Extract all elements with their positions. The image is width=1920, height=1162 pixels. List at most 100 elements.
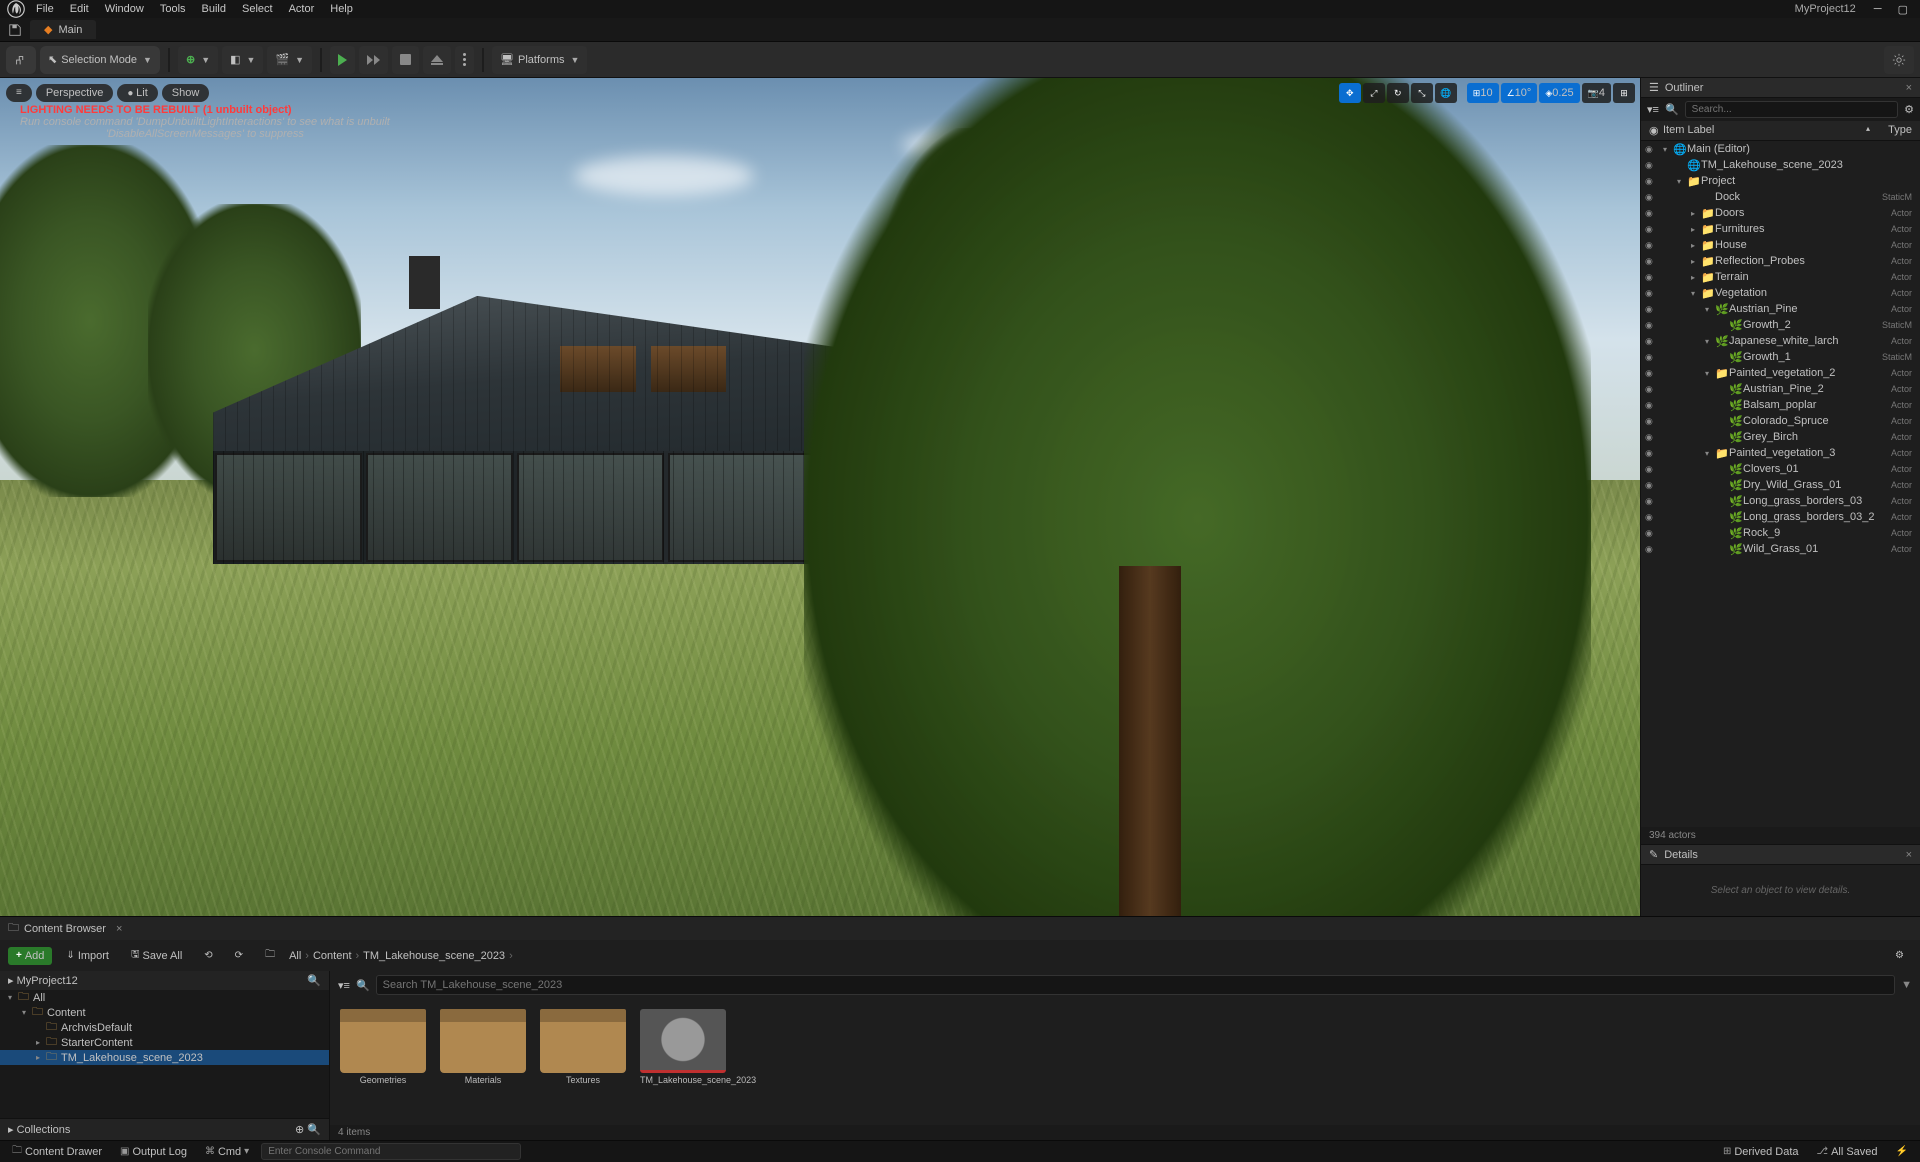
outliner-row[interactable]: ◉🌿Long_grass_borders_03Actor	[1641, 493, 1920, 509]
outliner-row[interactable]: ◉▸📁TerrainActor	[1641, 269, 1920, 285]
transform-scale-icon[interactable]: ⤡	[1411, 83, 1433, 103]
content-drawer-button[interactable]: 🗀 Content Drawer	[6, 1141, 108, 1162]
cmd-button[interactable]: ⌘ Cmd ▾	[199, 1144, 255, 1160]
viewport-maximize-icon[interactable]: ⊞	[1613, 83, 1635, 103]
content-browser-tab[interactable]: 🗀 Content Browser ×	[0, 917, 1920, 940]
skip-button[interactable]	[359, 46, 388, 74]
visibility-icon[interactable]: ◉	[1645, 368, 1659, 379]
visibility-icon[interactable]: ◉	[1645, 272, 1659, 283]
menu-help[interactable]: Help	[322, 3, 361, 15]
search-icon[interactable]: 🔍	[307, 974, 321, 987]
visibility-icon[interactable]: ◉	[1645, 480, 1659, 491]
selection-mode-button[interactable]: ⬉ Selection Mode ▼	[40, 46, 160, 74]
asset-search-input[interactable]	[376, 975, 1895, 995]
menu-build[interactable]: Build	[194, 3, 234, 15]
show-menu[interactable]: Show	[162, 84, 210, 102]
menu-actor[interactable]: Actor	[281, 3, 323, 15]
import-button[interactable]: ⇓ Import	[58, 947, 117, 965]
cinematics-button[interactable]: 🎬▼	[267, 46, 312, 74]
visibility-icon[interactable]: ◉	[1645, 512, 1659, 523]
menu-tools[interactable]: Tools	[152, 3, 194, 15]
outliner-tab[interactable]: ☰ Outliner ×	[1641, 78, 1920, 98]
console-command-input[interactable]	[261, 1143, 521, 1160]
coord-space-icon[interactable]: 🌐	[1435, 83, 1457, 103]
menu-select[interactable]: Select	[234, 3, 281, 15]
lit-menu[interactable]: ● Lit	[117, 84, 157, 102]
outliner-row[interactable]: ◉▾🌐Main (Editor)	[1641, 141, 1920, 157]
outliner-row[interactable]: ◉🌐TM_Lakehouse_scene_2023	[1641, 157, 1920, 173]
output-log-button[interactable]: ▣ Output Log	[114, 1144, 193, 1160]
asset-tile[interactable]: TM_Lakehouse_scene_2023	[640, 1009, 726, 1086]
filter-icon[interactable]: ▾≡	[1647, 103, 1659, 116]
menu-edit[interactable]: Edit	[62, 3, 97, 15]
outliner-row[interactable]: ◉🌿Wild_Grass_01Actor	[1641, 541, 1920, 557]
breadcrumb-item[interactable]: Content	[313, 950, 352, 962]
outliner-row[interactable]: ◉▸📁DoorsActor	[1641, 205, 1920, 221]
window-minimize-icon[interactable]: ─	[1866, 3, 1890, 15]
add-collection-icon[interactable]: ⊕	[295, 1124, 304, 1136]
menu-window[interactable]: Window	[97, 3, 152, 15]
transform-move-icon[interactable]: ⤢	[1363, 83, 1385, 103]
outliner-row[interactable]: ◉🌿Colorado_SpruceActor	[1641, 413, 1920, 429]
camera-speed-button[interactable]: 📷 4	[1582, 83, 1611, 103]
outliner-row[interactable]: ◉▸📁HouseActor	[1641, 237, 1920, 253]
add-content-button[interactable]: ⊕▼	[178, 46, 218, 74]
history-back-button[interactable]: ⟲	[196, 947, 220, 964]
perspective-menu[interactable]: Perspective	[36, 84, 113, 102]
stop-button[interactable]	[392, 46, 419, 74]
source-control-status[interactable]: ⎇ All Saved	[1811, 1144, 1884, 1160]
visibility-icon[interactable]: ◉	[1645, 192, 1659, 203]
outliner-row[interactable]: ◉🌿Growth_2StaticM	[1641, 317, 1920, 333]
modes-button[interactable]	[6, 46, 36, 74]
visibility-icon[interactable]: ◉	[1645, 256, 1659, 267]
filter-icon[interactable]: ▾≡	[338, 979, 350, 992]
outliner-row[interactable]: ◉▾📁Project	[1641, 173, 1920, 189]
outliner-row[interactable]: ◉▾🌿Japanese_white_larchActor	[1641, 333, 1920, 349]
outliner-row[interactable]: ◉🌿Balsam_poplarActor	[1641, 397, 1920, 413]
save-all-button[interactable]: 🖫 Save All	[123, 944, 190, 967]
angle-snap-button[interactable]: ∠ 10°	[1501, 83, 1538, 103]
tab-main[interactable]: ◆ Main	[30, 20, 96, 39]
visibility-icon[interactable]: ◉	[1645, 416, 1659, 427]
asset-grid[interactable]: GeometriesMaterialsTexturesTM_Lakehouse_…	[330, 999, 1920, 1125]
close-icon[interactable]: ×	[1906, 849, 1912, 861]
visibility-icon[interactable]: ◉	[1645, 240, 1659, 251]
eject-button[interactable]	[423, 46, 451, 74]
folder-up-button[interactable]: 🗀	[257, 944, 283, 967]
visibility-icon[interactable]: ◉	[1645, 528, 1659, 539]
transform-select-icon[interactable]: ✥	[1339, 83, 1361, 103]
breadcrumb-item[interactable]: TM_Lakehouse_scene_2023	[363, 950, 505, 962]
type-header[interactable]: Type	[1870, 124, 1912, 137]
outliner-tree[interactable]: ◉▾🌐Main (Editor)◉🌐TM_Lakehouse_scene_202…	[1641, 141, 1920, 827]
item-label-header[interactable]: Item Label	[1663, 124, 1866, 137]
visibility-icon[interactable]: ◉	[1645, 208, 1659, 219]
visibility-icon[interactable]: ◉	[1645, 336, 1659, 347]
visibility-icon[interactable]: ◉	[1645, 496, 1659, 507]
outliner-row[interactable]: ◉🌿Clovers_01Actor	[1641, 461, 1920, 477]
viewport-options-button[interactable]: ≡	[6, 84, 32, 102]
content-tree-row[interactable]: ▸🗀TM_Lakehouse_scene_2023	[0, 1050, 329, 1065]
outliner-row[interactable]: ◉▾📁Painted_vegetation_3Actor	[1641, 445, 1920, 461]
outliner-row[interactable]: ◉▾📁VegetationActor	[1641, 285, 1920, 301]
settings-button[interactable]	[1884, 46, 1914, 74]
derived-data-button[interactable]: ⊞ Derived Data	[1717, 1144, 1805, 1160]
breadcrumb-item[interactable]: All	[289, 950, 301, 962]
settings-icon[interactable]: ⚙	[1904, 103, 1914, 116]
visibility-icon[interactable]: ◉	[1645, 288, 1659, 299]
visibility-icon[interactable]: ◉	[1645, 144, 1659, 155]
asset-tile[interactable]: Textures	[540, 1009, 626, 1086]
outliner-row[interactable]: ◉🌿Rock_9Actor	[1641, 525, 1920, 541]
visibility-icon[interactable]: ◉	[1645, 384, 1659, 395]
visibility-icon[interactable]: ◉	[1645, 448, 1659, 459]
outliner-column-header[interactable]: ◉ Item Label ▴ Type	[1641, 121, 1920, 141]
visibility-icon[interactable]: ◉	[1645, 400, 1659, 411]
outliner-search-input[interactable]	[1685, 101, 1898, 118]
close-icon[interactable]: ×	[116, 923, 122, 935]
play-button[interactable]	[330, 46, 355, 74]
history-forward-button[interactable]: ⟳	[227, 947, 251, 964]
menu-file[interactable]: File	[28, 3, 62, 15]
outliner-row[interactable]: ◉DockStaticM	[1641, 189, 1920, 205]
collections-header[interactable]: ▸ Collections ⊕ 🔍	[0, 1118, 329, 1140]
asset-tile[interactable]: Geometries	[340, 1009, 426, 1086]
details-tab[interactable]: ✎ Details ×	[1641, 845, 1920, 865]
